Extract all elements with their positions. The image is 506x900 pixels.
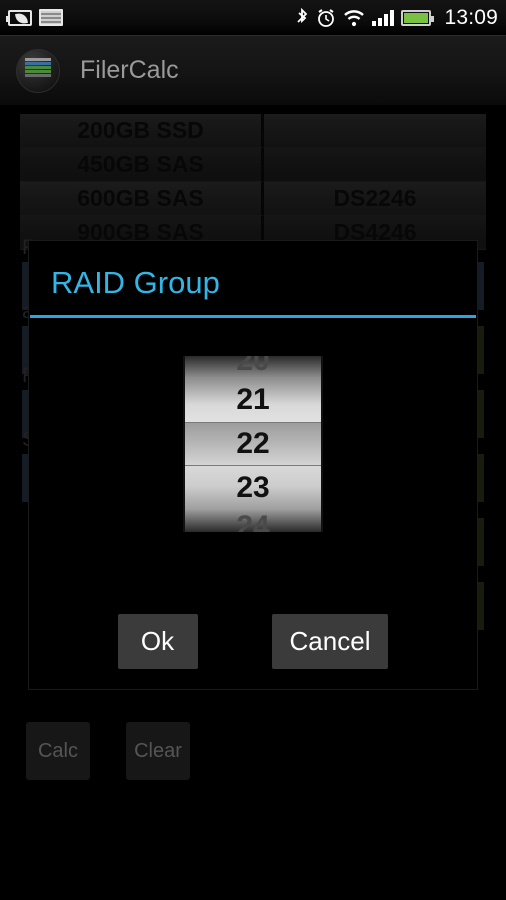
cancel-button[interactable]: Cancel — [271, 614, 389, 669]
screenshot-icon — [39, 9, 63, 26]
android-screen: 13:09 FilerCalc 200GB SSD 450GB SAS — [0, 0, 506, 900]
alarm-clock-icon — [318, 8, 335, 27]
picker-item-previous[interactable]: 21 — [185, 378, 321, 422]
bottom-button-bar: Calc Clear — [26, 722, 190, 780]
eco-battery-saver-icon — [6, 9, 32, 26]
picker-item-above-partial[interactable]: 20 — [185, 356, 321, 378]
wifi-icon — [344, 9, 365, 26]
status-bar-clock: 13:09 — [444, 5, 498, 29]
picker-item-selected[interactable]: 22 — [185, 422, 321, 466]
status-bar-right-icons: 13:09 — [295, 6, 498, 30]
dialog-title: RAID Group — [51, 265, 220, 300]
picker-container: 20 21 22 23 24 — [29, 318, 477, 532]
action-bar: FilerCalc — [0, 36, 506, 106]
dialog-button-bar: Ok Cancel — [29, 614, 477, 669]
picker-item-below-partial[interactable]: 24 — [185, 510, 321, 532]
raid-group-number-picker[interactable]: 20 21 22 23 24 — [183, 356, 323, 532]
raid-group-dialog: RAID Group 20 21 22 23 24 Ok Cancel — [28, 240, 478, 690]
status-bar: 13:09 — [0, 0, 506, 36]
ok-button[interactable]: Ok — [117, 614, 198, 669]
status-bar-left-icons — [6, 9, 63, 26]
clear-button[interactable]: Clear — [126, 722, 190, 780]
page-title: FilerCalc — [80, 56, 179, 84]
picker-item-next[interactable]: 23 — [185, 466, 321, 510]
cellular-signal-icon — [372, 9, 395, 26]
filercalc-app-icon — [16, 48, 60, 93]
bluetooth-icon — [297, 7, 308, 23]
battery-icon — [401, 9, 435, 26]
calc-button[interactable]: Calc — [26, 722, 90, 780]
